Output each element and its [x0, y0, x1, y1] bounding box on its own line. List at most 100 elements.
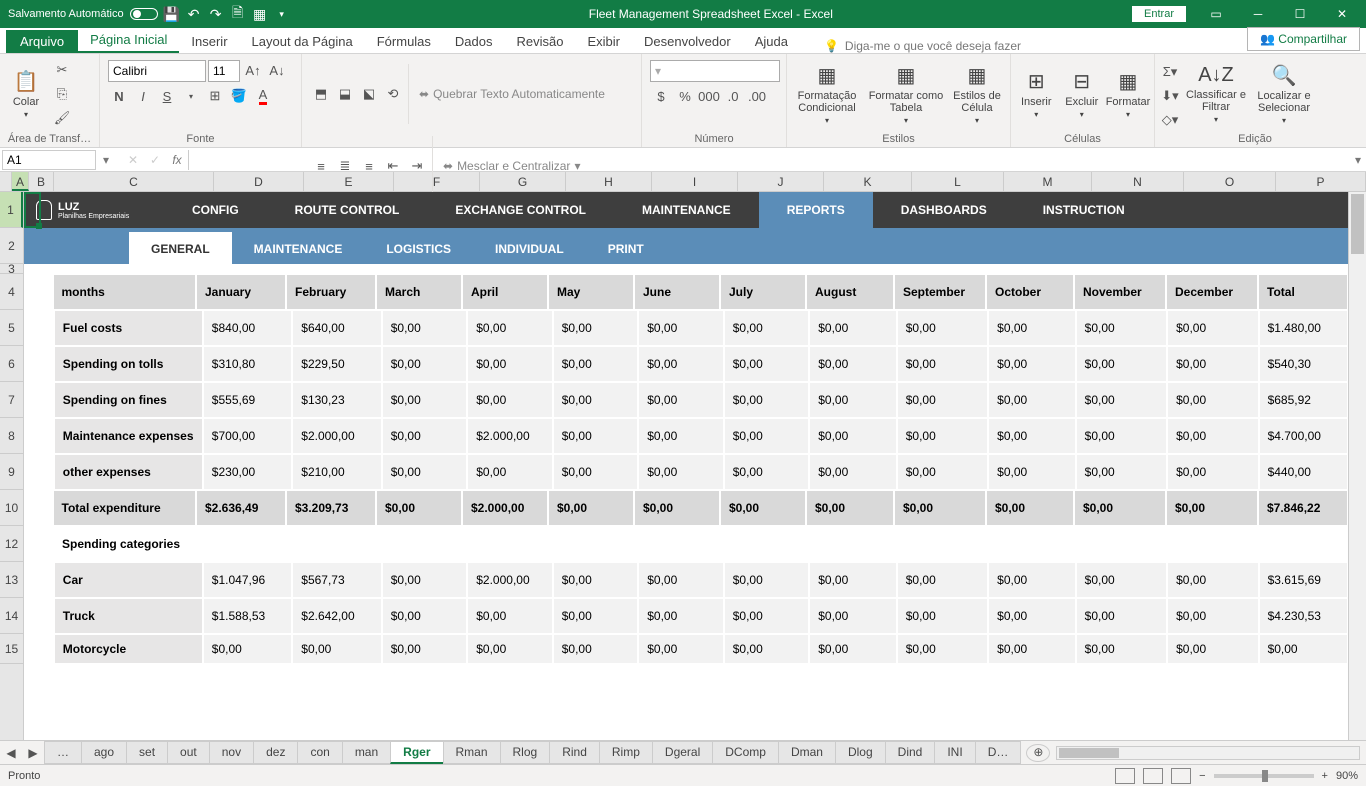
value-cell[interactable]: $0,00 [1167, 454, 1258, 490]
vscroll-thumb[interactable] [1351, 194, 1364, 254]
tab-revisao[interactable]: Revisão [505, 30, 576, 53]
name-box-dropdown-icon[interactable]: ▾ [98, 153, 114, 167]
zoom-out-button[interactable]: − [1199, 770, 1205, 782]
value-cell[interactable]: $0,00 [638, 598, 724, 634]
row-head-7[interactable]: 7 [0, 382, 23, 418]
value-cell[interactable]: $0,00 [203, 634, 292, 664]
cut-icon[interactable]: ✂ [51, 60, 73, 80]
value-cell[interactable]: $0,00 [467, 598, 553, 634]
col-head-H[interactable]: H [566, 172, 652, 191]
value-cell[interactable]: $0,00 [809, 598, 896, 634]
col-head-K[interactable]: K [824, 172, 912, 191]
value-cell[interactable]: $0,00 [1167, 598, 1258, 634]
row-head-4[interactable]: 4 [0, 274, 23, 310]
value-cell[interactable]: $0,00 [638, 418, 724, 454]
value-cell[interactable]: $0,00 [553, 562, 639, 598]
quebrar-texto-button[interactable]: ⬌ Quebrar Texto Automaticamente [413, 85, 611, 103]
value-cell[interactable]: $0,00 [382, 562, 468, 598]
page-layout-view-icon[interactable] [1143, 768, 1163, 784]
value-cell[interactable]: $0,00 [897, 454, 988, 490]
sheet-tab[interactable]: DComp [712, 741, 779, 764]
row-head-15[interactable]: 15 [0, 634, 23, 664]
value-cell[interactable]: $0,00 [988, 634, 1075, 664]
format-painter-icon[interactable]: 🖌 [51, 108, 73, 128]
value-cell[interactable]: $0,00 [809, 310, 896, 346]
row-head-5[interactable]: 5 [0, 310, 23, 346]
value-cell[interactable]: $0,00 [553, 634, 639, 664]
value-cell[interactable]: $2.642,00 [292, 598, 381, 634]
value-cell[interactable]: $0,00 [292, 634, 381, 664]
value-cell[interactable]: $0,00 [1076, 634, 1167, 664]
sheet-tab[interactable]: con [297, 741, 342, 764]
value-cell[interactable]: $0,00 [724, 454, 810, 490]
font-size-combo[interactable]: 11 [208, 60, 240, 82]
value-cell[interactable]: $0,00 [724, 382, 810, 418]
value-cell[interactable]: $0,00 [988, 310, 1075, 346]
row-head-12[interactable]: 12 [0, 526, 23, 562]
value-cell[interactable]: $0,00 [382, 346, 468, 382]
nav-item-dashboards[interactable]: DASHBOARDS [873, 192, 1015, 228]
col-head-F[interactable]: F [394, 172, 480, 191]
fx-icon[interactable]: fx [166, 153, 188, 167]
chevron-down-icon[interactable]: ▾ [180, 86, 202, 106]
value-cell[interactable]: $0,00 [1076, 310, 1167, 346]
qat-dropdown-icon[interactable]: ▾ [274, 6, 290, 22]
value-cell[interactable]: $0,00 [638, 382, 724, 418]
sheet-tab[interactable]: Rimp [599, 741, 653, 764]
value-cell[interactable]: $310,80 [203, 346, 292, 382]
value-cell[interactable]: $0,00 [724, 562, 810, 598]
col-head-D[interactable]: D [214, 172, 304, 191]
value-cell[interactable]: $0,00 [1167, 562, 1258, 598]
col-head-N[interactable]: N [1092, 172, 1184, 191]
value-cell[interactable]: $685,92 [1259, 382, 1348, 418]
localizar-selecionar-button[interactable]: 🔍Localizar e Selecionar▾ [1251, 59, 1317, 129]
bold-icon[interactable]: N [108, 86, 130, 106]
value-cell[interactable]: $0,00 [724, 418, 810, 454]
sheet-tab[interactable]: Dind [885, 741, 936, 764]
value-cell[interactable]: $0,00 [809, 418, 896, 454]
decrease-decimal-icon[interactable]: .00 [746, 86, 768, 106]
sheet-tab[interactable]: nov [209, 741, 254, 764]
value-cell[interactable]: $0,00 [988, 418, 1075, 454]
value-cell[interactable]: $1.480,00 [1259, 310, 1348, 346]
sheet-tab[interactable]: Dlog [835, 741, 886, 764]
value-cell[interactable]: $0,00 [809, 562, 896, 598]
underline-icon[interactable]: S [156, 86, 178, 106]
value-cell[interactable]: $0,00 [553, 382, 639, 418]
value-cell[interactable]: $0,00 [897, 346, 988, 382]
classificar-filtrar-button[interactable]: A↓ZClassificar e Filtrar▾ [1184, 59, 1248, 129]
font-name-combo[interactable]: Calibri [108, 60, 206, 82]
align-bottom-icon[interactable]: ⬕ [358, 84, 380, 104]
col-head-E[interactable]: E [304, 172, 394, 191]
name-box[interactable]: A1 [2, 150, 96, 170]
maximize-icon[interactable]: ☐ [1280, 0, 1320, 28]
value-cell[interactable]: $1.047,96 [203, 562, 292, 598]
sheet-tab[interactable]: INI [934, 741, 975, 764]
value-cell[interactable]: $0,00 [1167, 418, 1258, 454]
value-cell[interactable]: $0,00 [988, 562, 1075, 598]
normal-view-icon[interactable] [1115, 768, 1135, 784]
tab-nav-next-icon[interactable]: ▶ [22, 746, 44, 760]
increase-decimal-icon[interactable]: .0 [722, 86, 744, 106]
value-cell[interactable]: $0,00 [638, 346, 724, 382]
row-head-1[interactable]: 1 [0, 192, 23, 228]
redo-icon[interactable]: ↷ [208, 6, 224, 22]
value-cell[interactable]: $0,00 [382, 382, 468, 418]
value-cell[interactable]: $0,00 [382, 418, 468, 454]
borders-icon[interactable]: ⊞ [204, 86, 226, 106]
value-cell[interactable]: $0,00 [467, 634, 553, 664]
row-head-10[interactable]: 10 [0, 490, 23, 526]
value-cell[interactable]: $840,00 [203, 310, 292, 346]
value-cell[interactable]: $0,00 [897, 310, 988, 346]
value-cell[interactable]: $440,00 [1259, 454, 1348, 490]
fill-color-icon[interactable]: 🪣 [228, 86, 250, 106]
ribbon-options-icon[interactable]: ▭ [1196, 0, 1236, 28]
select-all-button[interactable] [0, 172, 12, 191]
formatacao-condicional-button[interactable]: ▦Formatação Condicional▾ [791, 59, 863, 129]
autosave-toggle[interactable] [130, 8, 158, 20]
value-cell[interactable]: $0,00 [988, 598, 1075, 634]
value-cell[interactable]: $4.700,00 [1259, 418, 1348, 454]
value-cell[interactable]: $0,00 [809, 346, 896, 382]
value-cell[interactable]: $0,00 [724, 310, 810, 346]
tab-ajuda[interactable]: Ajuda [743, 30, 800, 53]
